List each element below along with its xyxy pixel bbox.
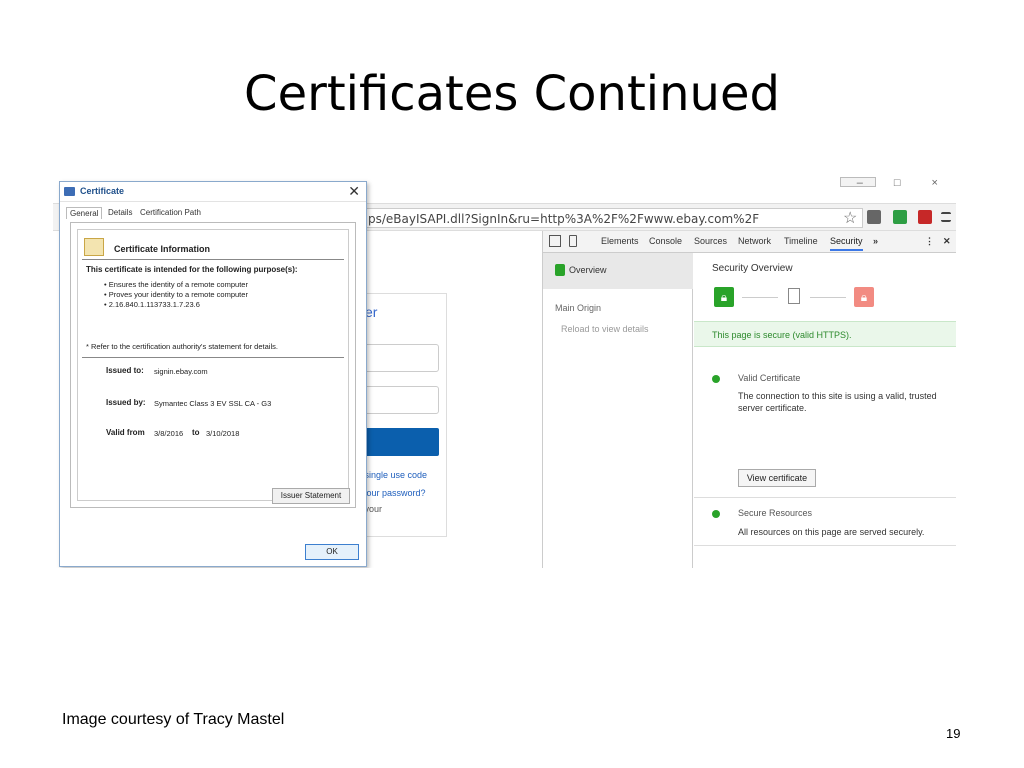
address-bar-url: ps/eBayISAPI.dll?SignIn&ru=http%3A%2F%2F… [368,212,760,226]
certificate-badge-icon [84,238,104,256]
tab-console[interactable]: Console [649,236,682,246]
purpose-item: • 2.16.840.1.113733.1.7.23.6 [104,300,200,309]
valid-cert-title: Valid Certificate [738,373,801,383]
view-certificate-button[interactable]: View certificate [738,469,816,487]
menu-icon[interactable] [941,212,951,222]
divider [694,497,956,498]
divider [694,545,956,546]
certificate-titlebar: Certificate ✕ [60,182,366,202]
secure-resources-desc: All resources on this page are served se… [738,527,925,537]
signin-button[interactable] [355,428,439,456]
devtools-tabbar: Elements Console Sources Network Timelin… [543,231,956,253]
window-controls[interactable]: – □ × [857,177,952,189]
secure-message: This page is secure (valid HTTPS). [712,330,852,340]
kebab-menu-icon[interactable]: ⋮ [925,236,934,247]
issued-by-label: Issued by: [106,398,146,407]
valid-cert-status-dot [712,375,720,383]
tab-certification-path[interactable]: Certification Path [137,207,204,218]
issued-to-label: Issued to: [106,366,144,375]
certificate-general-page: Certificate Information This certificate… [70,222,356,508]
certificate-info-box: Certificate Information This certificate… [77,229,349,501]
close-icon[interactable]: ✕ [348,183,360,200]
security-sidebar: Overview Main Origin Reload to view deta… [543,253,693,568]
issued-to-value: signin.ebay.com [154,367,208,376]
insecure-lock-icon: 🔒︎ [854,287,874,307]
certificate-icon [64,187,75,196]
secure-banner: This page is secure (valid HTTPS). [694,321,956,347]
tab-general[interactable]: General [66,207,103,219]
purpose-item: • Proves your identity to a remote compu… [104,290,248,299]
valid-from-label: Valid from [106,428,145,437]
divider [82,259,344,260]
tab-sources[interactable]: Sources [694,236,727,246]
more-tabs-icon[interactable]: » [873,236,878,246]
single-use-code-link[interactable]: a single use code [357,470,427,480]
screenshot: – □ × ps/eBayISAPI.dll?SignIn&ru=http%3A… [53,171,956,568]
valid-from-value: 3/8/2016 [154,429,184,438]
secure-resources-status-dot [712,510,720,518]
extension-green-icon[interactable] [893,210,907,224]
sidebar-item-overview[interactable]: Overview [543,253,693,289]
tab-security[interactable]: Security [830,236,863,251]
close-devtools-icon[interactable]: ✕ [943,236,951,247]
device-mode-icon[interactable] [569,235,577,247]
certificate-tabs: General Details Certification Path [66,207,362,222]
tab-network[interactable]: Network [738,236,771,246]
security-overview: Security Overview 🔒︎ 🔒︎ This page is sec… [694,253,956,568]
bookmark-star-icon[interactable]: ☆ [843,208,857,228]
address-bar[interactable]: ps/eBayISAPI.dll?SignIn&ru=http%3A%2F%2F… [353,208,863,228]
reload-hint: Reload to view details [561,324,649,334]
issuer-statement-button[interactable]: Issuer Statement [272,488,350,504]
issued-by-value: Symantec Class 3 EV SSL CA - G3 [154,399,272,408]
certificate-info-title: Certificate Information [114,244,211,254]
divider [82,357,344,358]
purpose-heading: This certificate is intended for the fol… [86,265,298,274]
valid-cert-desc: The connection to this site is using a v… [738,391,937,401]
valid-to-value: 3/10/2018 [206,429,240,438]
secure-resources-title: Secure Resources [738,508,813,518]
valid-to-label: to [192,428,200,437]
tab-details[interactable]: Details [105,207,135,218]
valid-cert-desc: server certificate. [738,403,807,413]
refer-note: * Refer to the certification authority's… [86,342,278,351]
main-origin-label: Main Origin [555,303,602,313]
security-overview-title: Security Overview [712,263,793,274]
purpose-item: • Ensures the identity of a remote compu… [104,280,248,289]
secure-lock-icon: 🔒︎ [714,287,734,307]
page-number: 19 [946,726,961,741]
forgot-password-link[interactable]: t your password? [357,488,426,498]
sidebar-item-label: Overview [569,265,607,275]
divider-line [742,297,778,298]
ok-button[interactable]: OK [305,544,359,560]
pdf-icon[interactable] [918,210,932,224]
email-field[interactable] [361,344,439,372]
tab-timeline[interactable]: Timeline [784,236,818,246]
divider-line [810,297,846,298]
inspect-icon[interactable] [549,235,561,247]
lock-icon [555,264,565,276]
certificate-window-title: Certificate [80,186,125,196]
password-field[interactable] [361,386,439,414]
image-credit: Image courtesy of Tracy Mastel [62,711,285,728]
document-icon [788,288,800,304]
extension-icon[interactable] [867,210,881,224]
tab-elements[interactable]: Elements [601,236,639,246]
devtools-panel: Elements Console Sources Network Timelin… [542,231,956,568]
slide-title: Certificates Continued [244,66,780,122]
certificate-dialog: Certificate ✕ General Details Certificat… [59,181,367,567]
